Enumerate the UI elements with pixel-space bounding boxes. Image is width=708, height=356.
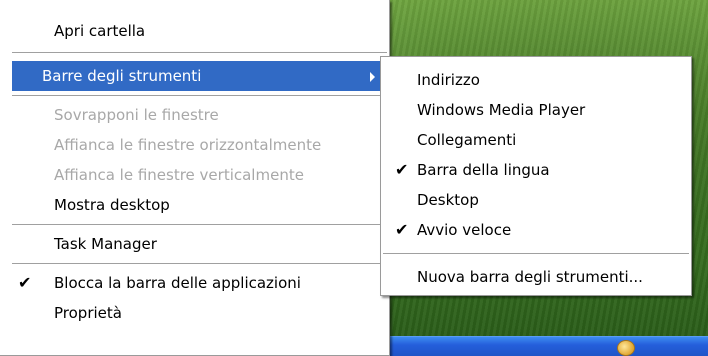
submenu-item-desktop[interactable]: Desktop [383,185,689,215]
menu-item-label: Blocca la barra delle applicazioni [54,274,301,292]
menu-item-label: Sovrapponi le finestre [54,106,219,124]
submenu-item-language-bar[interactable]: ✔ Barra della lingua [383,155,689,185]
checkmark-icon: ✔ [395,220,409,239]
menu-item-tile-horizontal: Affianca le finestre orizzontalmente [12,130,387,160]
menu-separator [12,224,387,225]
submenu-item-windows-media-player[interactable]: Windows Media Player [383,95,689,125]
checkmark-icon: ✔ [395,160,409,179]
menu-item-label: Task Manager [54,235,157,253]
menu-item-cascade-windows: Sovrapponi le finestre [12,100,387,130]
menu-item-label: Affianca le finestre orizzontalmente [54,136,322,154]
menu-item-label: Barre degli strumenti [42,67,202,85]
menu-separator [383,253,689,254]
submenu-item-label: Barra della lingua [417,161,550,179]
submenu-item-quick-launch[interactable]: ✔ Avvio veloce [383,215,689,245]
menu-item-lock-taskbar[interactable]: ✔ Blocca la barra delle applicazioni [12,268,387,298]
submenu-item-label: Desktop [417,191,479,209]
chevron-right-icon [370,72,375,82]
menu-separator [12,95,387,96]
menu-item-label: Affianca le finestre verticalmente [54,166,304,184]
submenu-item-label: Windows Media Player [417,101,586,119]
menu-separator [12,263,387,264]
menu-item-label: Mostra desktop [54,196,170,214]
menu-item-label: Proprietà [54,304,122,322]
submenu-item-label: Avvio veloce [417,221,512,239]
tray-icon[interactable] [617,340,635,356]
menu-item-properties[interactable]: Proprietà [12,298,387,328]
menu-item-show-desktop[interactable]: Mostra desktop [12,190,387,220]
submenu-item-label: Indirizzo [417,71,480,89]
taskbar[interactable] [380,336,708,356]
checkmark-icon: ✔ [18,273,32,292]
submenu-item-label: Collegamenti [417,131,517,149]
menu-item-label: Apri cartella [54,22,146,40]
toolbars-submenu: Indirizzo Windows Media Player Collegame… [380,56,692,296]
submenu-item-address[interactable]: Indirizzo [383,65,689,95]
menu-item-task-manager[interactable]: Task Manager [12,229,387,259]
taskbar-context-menu: Apri cartella Barre degli strumenti Sovr… [0,0,390,356]
submenu-item-label: Nuova barra degli strumenti... [417,268,643,286]
menu-item-open-folder[interactable]: Apri cartella [12,16,387,46]
menu-item-toolbars[interactable]: Barre degli strumenti [12,61,387,91]
submenu-item-links[interactable]: Collegamenti [383,125,689,155]
submenu-item-new-toolbar[interactable]: Nuova barra degli strumenti... [383,262,689,292]
menu-item-tile-vertical: Affianca le finestre verticalmente [12,160,387,190]
menu-separator [12,52,387,53]
